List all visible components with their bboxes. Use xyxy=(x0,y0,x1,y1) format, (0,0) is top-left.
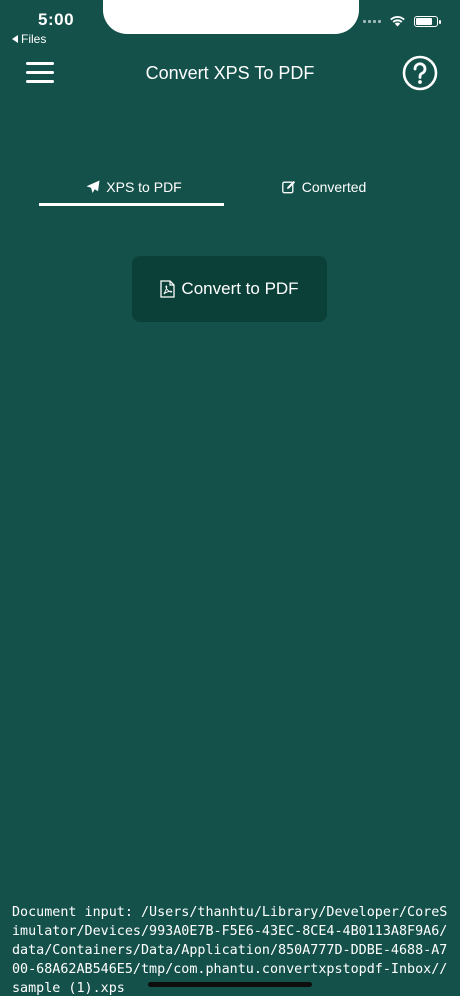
battery-fill xyxy=(416,17,433,25)
status-time: 5:00 xyxy=(38,10,75,29)
device-notch xyxy=(103,0,359,34)
app-screen: 5:00 Files Convert XPS To PDF XPS to PDF… xyxy=(0,0,460,996)
back-arrow-icon xyxy=(12,35,18,43)
home-indicator[interactable] xyxy=(148,982,312,987)
help-icon[interactable] xyxy=(402,55,438,91)
back-to-files-link[interactable]: Files xyxy=(12,32,46,46)
paper-plane-icon xyxy=(86,180,100,193)
back-label: Files xyxy=(21,32,47,46)
tab-label: XPS to PDF xyxy=(106,179,182,195)
tab-bar: XPS to PDF Converted xyxy=(39,170,419,210)
convert-button-label: Convert to PDF xyxy=(181,279,299,298)
page-title: Convert XPS To PDF xyxy=(145,63,315,83)
pdf-file-icon xyxy=(160,280,176,298)
navigation-bar: Convert XPS To PDF xyxy=(0,50,460,98)
wifi-icon xyxy=(390,16,405,27)
status-icons xyxy=(363,15,441,27)
cellular-signal-icon xyxy=(363,19,381,23)
battery-icon xyxy=(414,15,441,27)
tab-label: Converted xyxy=(301,179,367,195)
status-bar: 5:00 Files xyxy=(0,0,460,48)
tab-xps-to-pdf[interactable]: XPS to PDF xyxy=(39,170,229,206)
edit-icon xyxy=(281,180,295,194)
tab-converted[interactable]: Converted xyxy=(229,170,419,204)
convert-to-pdf-button[interactable]: Convert to PDF xyxy=(132,256,327,322)
